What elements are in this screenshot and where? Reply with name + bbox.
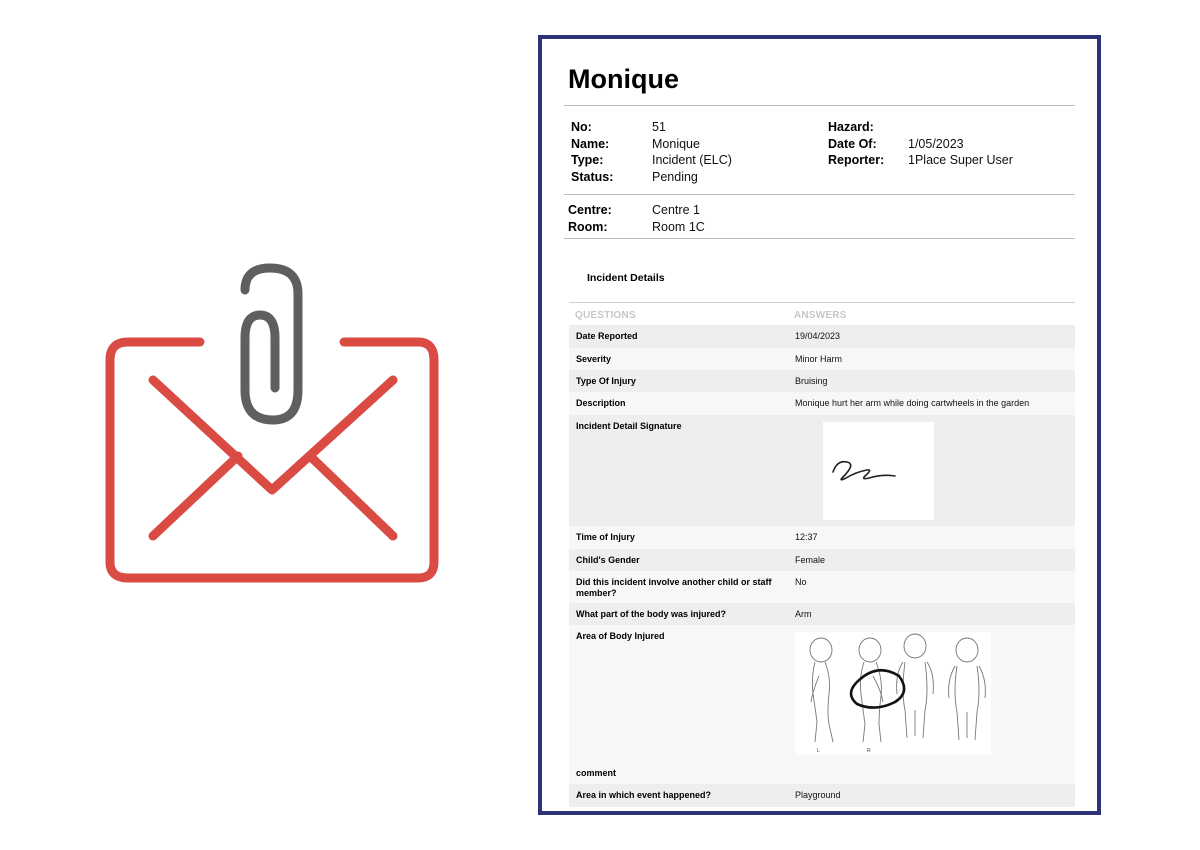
no-label: No: (571, 120, 592, 134)
question-time-of-injury: Time of Injury (576, 532, 635, 542)
question-body-part: What part of the body was injured? (576, 609, 727, 619)
name-value: Monique (652, 136, 700, 151)
envelope-icon (105, 263, 439, 583)
table-row: comment (569, 762, 1075, 784)
incident-report-page: Monique No: 51 Name: Monique Type: Incid… (538, 35, 1101, 815)
status-label: Status: (571, 169, 614, 184)
name-label: Name: (571, 136, 610, 151)
diagram-right-label: R (867, 748, 871, 754)
table-row: Time of Injury 12:37 (569, 526, 1075, 549)
table-row: Area of Body Injured L R (569, 625, 1075, 762)
reporter-label: Reporter: (828, 153, 885, 168)
signature-mark (832, 460, 896, 481)
table-row: Did this incident involve another child … (569, 571, 1075, 603)
table-header: QUESTIONS ANSWERS (569, 302, 1075, 325)
section-title: Incident Details (587, 272, 665, 284)
answer-severity: Minor Harm (795, 354, 843, 364)
hazard-label: Hazard: (828, 120, 874, 134)
centre-label: Centre: (568, 203, 612, 217)
table-row: Date Reported 19/04/2023 (569, 325, 1075, 348)
question-description: Description (576, 398, 626, 408)
table-row: Description Monique hurt her arm while d… (569, 392, 1075, 415)
table-row: Area in which event happened? Playground (569, 784, 1075, 807)
no-value: 51 (652, 120, 666, 134)
question-signature: Incident Detail Signature (576, 421, 682, 431)
answer-type-of-injury: Bruising (795, 376, 828, 386)
type-value: Incident (ELC) (652, 153, 732, 168)
question-date-reported: Date Reported (576, 331, 638, 341)
type-label: Type: (571, 153, 604, 168)
answer-childs-gender: Female (795, 555, 826, 565)
answer-time-of-injury: 12:37 (795, 532, 818, 542)
divider (564, 105, 1075, 106)
question-comment: comment (576, 768, 617, 778)
report-meta: No: 51 Name: Monique Type: Incident (ELC… (571, 119, 1081, 189)
questions-column-header: QUESTIONS (575, 310, 636, 321)
answer-body-part: Arm (795, 609, 812, 619)
body-diagram-image: L R (795, 632, 991, 755)
signature-image (823, 422, 934, 520)
date-of-value: 1/05/2023 (908, 136, 964, 151)
answer-date-reported: 19/04/2023 (795, 331, 841, 341)
centre-value: Centre 1 (652, 203, 700, 217)
answer-involve-another: No (795, 577, 807, 587)
table-row: Type Of Injury Bruising (569, 370, 1075, 392)
question-severity: Severity (576, 354, 612, 364)
room-label: Room: (568, 219, 608, 234)
table-row: Child's Gender Female (569, 549, 1075, 571)
question-involve-another: Did this incident involve another child … (576, 577, 772, 598)
divider (564, 194, 1075, 195)
date-of-label: Date Of: (828, 136, 877, 151)
question-type-of-injury: Type Of Injury (576, 376, 636, 386)
answers-column-header: ANSWERS (794, 310, 847, 321)
divider (564, 238, 1075, 239)
table-row: What part of the body was injured? Arm (569, 603, 1075, 625)
questions-table: QUESTIONS ANSWERS Date Reported 19/04/20… (569, 302, 1075, 807)
room-value: Room 1C (652, 219, 705, 234)
table-row: Incident Detail Signature (569, 415, 1075, 526)
question-childs-gender: Child's Gender (576, 555, 640, 565)
paperclip-icon (240, 263, 303, 425)
question-area-of-body: Area of Body Injured (576, 631, 665, 641)
question-event-area: Area in which event happened? (576, 790, 712, 800)
answer-description: Monique hurt her arm while doing cartwhe… (795, 398, 1030, 408)
report-title: Monique (568, 64, 679, 94)
table-row: Severity Minor Harm (569, 348, 1075, 370)
diagram-left-label: L (817, 748, 820, 754)
location-meta: Centre: Centre 1 Room: Room 1C (568, 202, 868, 236)
body-diagram (809, 633, 986, 743)
reporter-value: 1Place Super User (908, 153, 1013, 168)
status-value: Pending (652, 169, 698, 184)
answer-event-area: Playground (795, 790, 841, 800)
